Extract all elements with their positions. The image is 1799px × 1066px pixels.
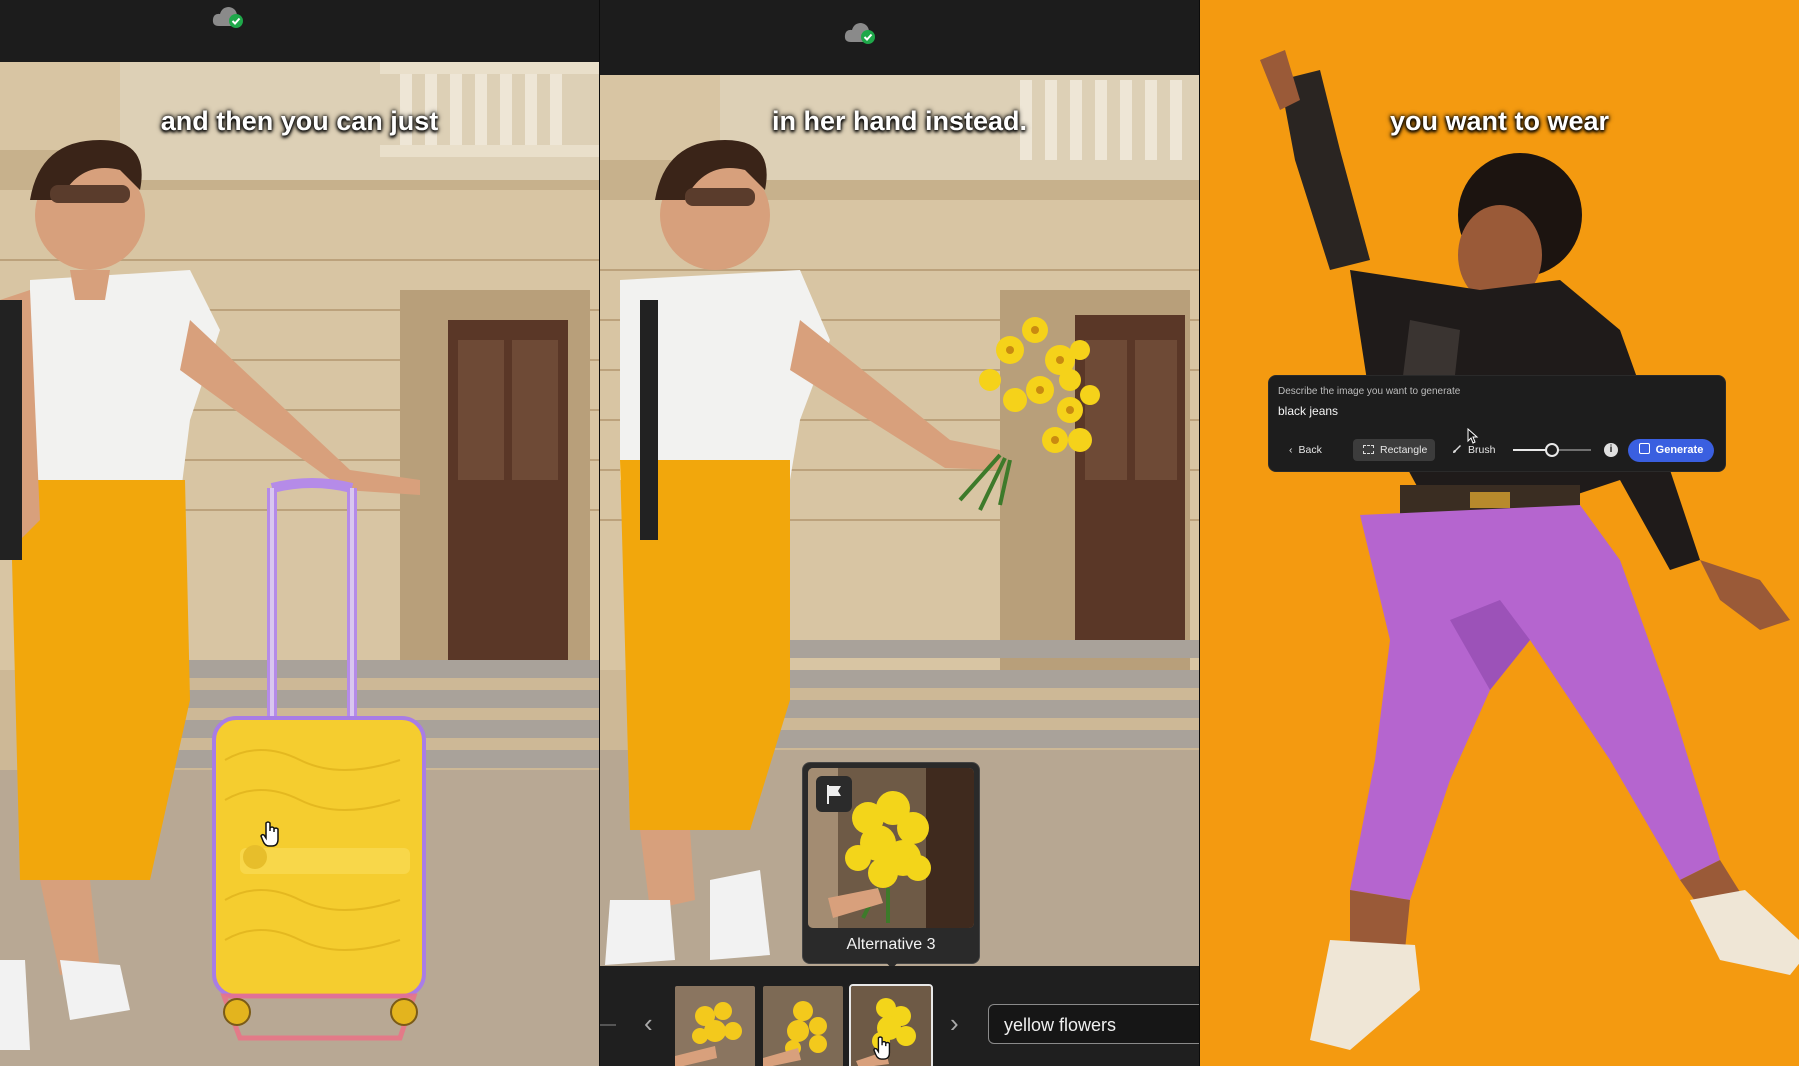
jumping-man-photo (1200, 0, 1799, 1066)
previous-variation-button[interactable]: ‹ (644, 1010, 653, 1036)
generate-label: Generate (1655, 444, 1704, 456)
prompt-input[interactable]: black jeans (1278, 404, 1338, 418)
app-toolbar (0, 0, 599, 62)
variation-label: Alternative 3 (846, 936, 936, 953)
slider-handle[interactable] (1545, 443, 1559, 457)
generate-image-dialog: Describe the image you want to generate … (1268, 375, 1726, 472)
strip-edge (600, 1024, 616, 1026)
back-button[interactable]: ‹ Back (1289, 439, 1322, 461)
arrow-cursor-icon (1467, 428, 1479, 444)
report-flag-button[interactable] (816, 776, 852, 812)
generate-button[interactable]: Generate (1628, 439, 1714, 462)
app-toolbar (600, 0, 1199, 75)
back-label: Back (1298, 444, 1322, 456)
street-photo-scene (0, 0, 599, 1066)
panel-generate-clothing: you want to wear Describe the image you … (1200, 0, 1799, 1066)
cloud-synced-icon (844, 23, 875, 44)
brush-label: Brush (1468, 444, 1496, 456)
cloud-synced-icon (212, 7, 243, 28)
video-caption: and then you can just (160, 106, 439, 136)
variation-thumbnail-2[interactable] (761, 984, 845, 1066)
prompt-hint: Describe the image you want to generate (1278, 386, 1461, 397)
panel-generative-fill-flowers: in her hand instead. Alternative 3 ‹ › y… (600, 0, 1199, 1066)
brush-size-slider[interactable] (1513, 443, 1591, 457)
rectangle-label: Rectangle (1380, 444, 1428, 456)
chevron-right-icon: › (950, 1008, 959, 1038)
generate-icon (1638, 443, 1650, 454)
variation-preview-image (808, 768, 974, 928)
variation-thumbnail-1[interactable] (673, 984, 757, 1066)
video-caption: you want to wear (1389, 106, 1610, 136)
variations-bar: ‹ › yellow flowers (600, 966, 1199, 1066)
panel-remove-object: and then you can just (0, 0, 599, 1066)
chevron-left-icon: ‹ (644, 1008, 653, 1038)
flag-icon (827, 785, 841, 804)
video-caption: in her hand instead. (771, 106, 1028, 136)
hand-cursor-icon (873, 1036, 891, 1060)
rectangle-select-button[interactable]: Rectangle (1353, 439, 1435, 461)
prompt-input[interactable]: yellow flowers (988, 1004, 1199, 1044)
chevron-left-icon: ‹ (1289, 444, 1293, 456)
next-variation-button[interactable]: › (950, 1010, 959, 1036)
hand-cursor-icon (260, 821, 279, 847)
info-icon[interactable]: i (1604, 443, 1618, 457)
rectangle-marquee-icon (1363, 445, 1374, 454)
brush-icon (1453, 445, 1461, 453)
generate-toolbar: ‹ Back Rectangle Brush i Generate (1269, 439, 1725, 462)
variation-preview-popover: Alternative 3 (802, 762, 980, 969)
